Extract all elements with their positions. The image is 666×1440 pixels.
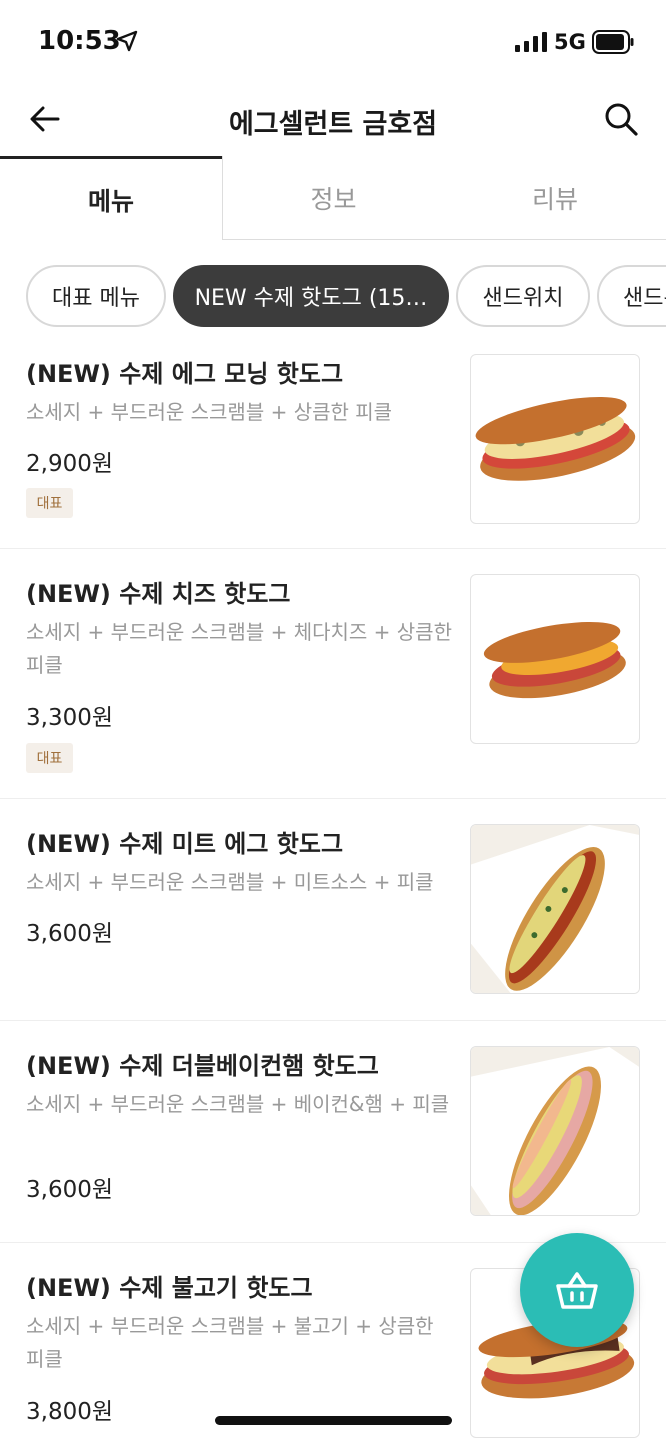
location-arrow-icon (116, 30, 138, 52)
item-price: 3,600원 (26, 1177, 114, 1203)
basket-icon (556, 1272, 598, 1309)
page-title: 에그셀런트 금호점 (228, 109, 438, 140)
item-photo (470, 824, 640, 994)
item-price: 3,600원 (26, 921, 114, 947)
menu-item[interactable]: (NEW) 수제 미트 에그 핫도그 소세지 + 부드러운 스크램블 + 미트소… (0, 800, 666, 1021)
chip-sandwich-2[interactable]: 샌드위 (597, 265, 666, 327)
tab-info[interactable]: 정보 (222, 156, 444, 240)
item-name: (NEW) 수제 에그 모닝 핫도그 (26, 360, 344, 388)
item-price: 3,800원 (26, 1399, 114, 1425)
network-label: 5G (554, 30, 586, 54)
representative-badge: 대표 (26, 488, 73, 518)
item-name: (NEW) 수제 불고기 핫도그 (26, 1274, 313, 1302)
chip-sandwich[interactable]: 샌드위치 (456, 265, 590, 327)
status-bar: 10:53 5G (0, 0, 666, 80)
item-name: (NEW) 수제 더블베이컨햄 핫도그 (26, 1052, 379, 1080)
app-header: 에그셀런트 금호점 (0, 80, 666, 156)
item-photo (470, 1046, 640, 1216)
item-description: 소세지 + 부드러운 스크램블 + 베이컨&햄 + 피클 (26, 1092, 450, 1116)
chip-representative-menu[interactable]: 대표 메뉴 (26, 265, 166, 327)
menu-item[interactable]: (NEW) 수제 더블베이컨햄 핫도그 소세지 + 부드러운 스크램블 + 베이… (0, 1022, 666, 1243)
item-description: 소세지 + 부드러운 스크램블 + 불고기 + 상큼한 피클 (26, 1314, 434, 1371)
item-photo (470, 574, 640, 744)
item-name: (NEW) 수제 치즈 핫도그 (26, 580, 291, 608)
item-photo (470, 354, 640, 524)
category-chips: 대표 메뉴 NEW 수제 핫도그 (15… 샌드위치 샌드위 (0, 264, 666, 328)
item-name: (NEW) 수제 미트 에그 핫도그 (26, 830, 344, 858)
tab-review[interactable]: 리뷰 (444, 156, 666, 240)
item-description: 소세지 + 부드러운 스크램블 + 체다치즈 + 상큼한 피클 (26, 620, 452, 677)
battery-icon (592, 30, 634, 54)
item-description: 소세지 + 부드러운 스크램블 + 미트소스 + 피클 (26, 870, 434, 894)
search-icon (605, 103, 638, 136)
chip-new-hotdog[interactable]: NEW 수제 핫도그 (15… (173, 265, 449, 327)
menu-item[interactable]: (NEW) 수제 에그 모닝 핫도그 소세지 + 부드러운 스크램블 + 상큼한… (0, 330, 666, 549)
cart-button[interactable] (520, 1233, 634, 1347)
item-price: 2,900원 (26, 451, 114, 477)
item-price: 3,300원 (26, 705, 114, 731)
tab-bar: 메뉴 정보 리뷰 (0, 156, 666, 240)
item-description: 소세지 + 부드러운 스크램블 + 상큼한 피클 (26, 400, 393, 424)
menu-item[interactable]: (NEW) 수제 치즈 핫도그 소세지 + 부드러운 스크램블 + 체다치즈 +… (0, 550, 666, 799)
search-button[interactable] (598, 96, 644, 142)
tab-menu[interactable]: 메뉴 (0, 156, 222, 240)
status-time: 10:53 (38, 26, 121, 56)
representative-badge: 대표 (26, 743, 73, 773)
signal-icon (515, 32, 547, 52)
home-indicator (215, 1416, 452, 1425)
